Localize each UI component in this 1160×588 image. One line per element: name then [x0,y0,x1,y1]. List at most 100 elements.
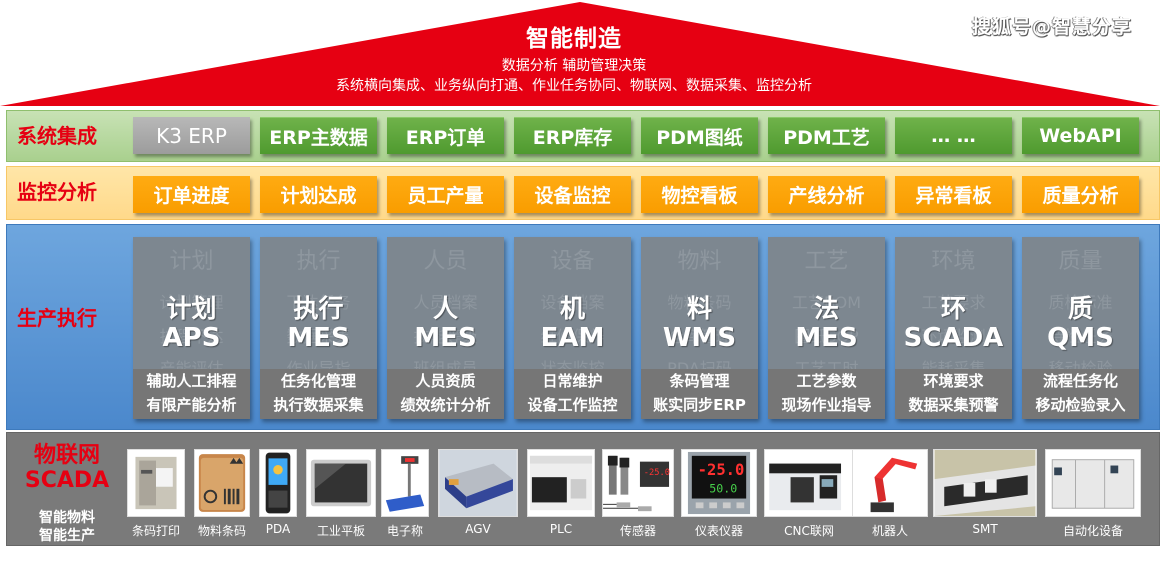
card-chinese-title: 法 [813,294,839,323]
card-footer: 流程任务化 移动检验录入 [1022,369,1139,419]
card-chinese-title: 人 [432,294,458,323]
card-background-title: 执行 [296,249,341,274]
meter-reading-1: -25.0 [698,461,745,479]
sys-item-webapi[interactable]: WebAPI [1022,117,1139,154]
sys-item-erp-inventory[interactable]: ERP库存 [514,117,631,154]
production-card-method-mes[interactable]: 工艺工艺BOM图纸SOP工艺工时法MES工艺参数现场作业指导 [768,237,885,419]
mon-item-order-progress[interactable]: 订单进度 [133,176,250,213]
card-footer-line-1: 条码管理 [669,372,730,390]
monitoring-label: 监控分析 [17,180,97,204]
card-footer: 条码管理账实同步ERP [641,369,758,419]
card-footer-line-1: 日常维护 [542,372,603,390]
sys-item-more[interactable]: … … [895,117,1012,154]
card-footer-line-2: 账实同步ERP [653,396,746,414]
production-card-people-mes[interactable]: 人员人员档案技能等级班组成员人MES人员资质绩效统计分析 [387,237,504,419]
device-material-barcode-box[interactable]: 物料条码 [194,449,250,538]
card-footer: 环境要求数据采集预警 [895,369,1012,419]
monitoring-band: 监控分析 订单进度 计划达成 员工产量 设备监控 物控看板 产线分析 异常看板 … [6,166,1160,220]
device-smt-line[interactable]: SMT [933,449,1037,536]
card-system-name: MES [287,323,350,353]
production-execution-label: 生产执行 [17,306,97,330]
card-footer: 人员资质绩效统计分析 [387,369,504,419]
plc-controller-icon [527,449,595,517]
card-background-title: 设备 [550,249,595,274]
industrial-robot-icon [852,449,928,517]
card-chinese-title: 执行 [293,294,344,323]
production-card-material-wms[interactable]: 物料物料条码仓库管理PDA扫码料WMS条码管理账实同步ERP [641,237,758,419]
mon-item-staff-output[interactable]: 员工产量 [387,176,504,213]
sys-item-pdm-process[interactable]: PDM工艺 [768,117,885,154]
card-system-name: APS [162,323,221,353]
mon-item-equipment-monitor[interactable]: 设备监控 [514,176,631,213]
mon-item-material-board[interactable]: 物控看板 [641,176,758,213]
card-chinese-title: 计划 [166,294,217,323]
svg-text:-25.0: -25.0 [644,468,670,478]
instrument-meter-icon: -25.0 50.0 [681,449,757,517]
device-electronic-scale[interactable]: 电子称 [381,449,429,538]
card-footer-line-1: 工艺参数 [796,372,857,390]
mon-item-exception-board[interactable]: 异常看板 [895,176,1012,213]
card-background-title: 环境 [931,249,976,274]
card-system-name: SCADA [903,323,1004,353]
device-plc-controller[interactable]: PLC [527,449,595,536]
pda-handheld-icon [259,449,297,517]
iot-band: 物联网 SCADA 智能物料 智能生产 条码打印 物料条码 PDA 工业平板 电子称 AG… [6,432,1160,546]
production-card-plan-aps[interactable]: 计划计划管理排程下达产能评估计划APS辅助人工排程有限产能分析 [133,237,250,419]
card-footer-line-1: 环境要求 [923,372,984,390]
card-footer-line-2: 现场作业指导 [781,396,872,414]
production-card-environment-scada[interactable]: 环境工艺要求环境监测能耗采集环SCADA环境要求数据采集预警 [895,237,1012,419]
smt-line-icon [933,449,1037,517]
device-label: 自动化设备 [1062,524,1123,538]
roof-subtitle-2: 系统横向集成、业务纵向打通、作业任务协同、物联网、数据采集、监控分析 [336,78,812,94]
card-footer: 日常维护设备工作监控 [514,369,631,419]
card-chinese-title: 环 [940,294,966,323]
automation-equipment-icon [1045,449,1141,517]
device-industrial-robot[interactable]: 机器人 [852,449,928,538]
device-instrument-meter[interactable]: -25.0 50.0 仪表仪器 [681,449,757,538]
production-card-execution-mes[interactable]: 执行下达任务数据采集作业导指执行MES任务化管理执行数据采集 [260,237,377,419]
electronic-scale-icon [381,449,429,517]
watermark: 搜狐号@智慧分享 [971,16,1132,38]
sys-item-pdm-drawings[interactable]: PDM图纸 [641,117,758,154]
production-card-quality-qms[interactable]: 质量质检标准待检任务移动检验质QMS流程任务化移动检验录入 [1022,237,1139,419]
industrial-tablet-icon [306,449,376,517]
card-background-title: 质量 [1058,249,1103,274]
device-pda-handheld[interactable]: PDA [259,449,297,536]
card-background-title: 计划 [169,249,214,274]
card-background-title: 人员 [423,249,468,274]
mon-item-plan-achievement[interactable]: 计划达成 [260,176,377,213]
mon-item-quality-analysis[interactable]: 质量分析 [1022,176,1139,213]
device-cnc-machine[interactable]: CNC联网 [764,449,854,538]
mon-item-line-analysis[interactable]: 产线分析 [768,176,885,213]
device-agv-robot[interactable]: AGV [438,449,518,536]
material-barcode-box-icon [194,449,250,517]
card-footer-line-1: 人员资质 [415,372,476,390]
device-barcode-printer[interactable]: 条码打印 [127,449,185,538]
production-execution-band: 生产执行 计划计划管理排程下达产能评估计划APS辅助人工排程有限产能分析执行下达… [6,224,1160,430]
sys-item-erp-master-data[interactable]: ERP主数据 [260,117,377,154]
roof-subtitle-1: 数据分析 辅助管理决策 [501,58,647,74]
device-automation-equipment[interactable]: 自动化设备 [1045,449,1141,538]
card-chinese-title: 机 [559,294,585,323]
card-system-name: MES [795,323,858,353]
device-sensor[interactable]: -25.0 传感器 [602,449,674,538]
card-footer: 任务化管理 执行数据采集 [260,369,377,419]
card-background-title: 物料 [677,249,722,274]
card-footer-line-2: 绩效统计分析 [400,396,491,414]
card-footer-line-2: 移动检验录入 [1035,396,1126,414]
card-system-name: WMS [662,323,737,353]
device-industrial-tablet[interactable]: 工业平板 [306,449,376,538]
card-footer-line-2: 数据采集预警 [908,396,999,414]
card-footer-line-1: 辅助人工排程 [146,372,237,390]
sys-item-erp-orders[interactable]: ERP订单 [387,117,504,154]
card-system-name: MES [414,323,477,353]
card-system-name: QMS [1047,323,1114,353]
production-card-machine-eam[interactable]: 设备设备档案维修保养状态监控机EAM日常维护设备工作监控 [514,237,631,419]
sys-item-k3-erp[interactable]: K3 ERP [133,117,250,154]
card-footer: 工艺参数现场作业指导 [768,369,885,419]
cnc-machine-icon [764,449,854,517]
agv-robot-icon [438,449,518,517]
barcode-printer-icon [127,449,185,517]
card-footer-line-2: 设备工作监控 [527,396,618,414]
meter-reading-2: 50.0 [709,482,737,496]
